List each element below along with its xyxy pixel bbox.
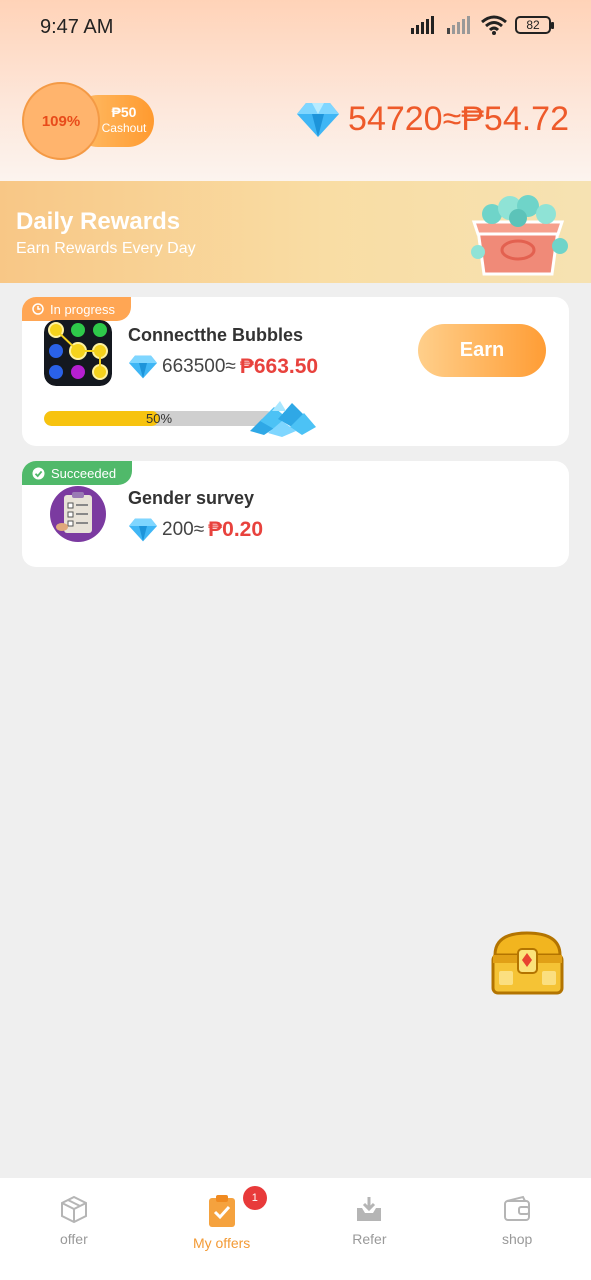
cashout-progress-circle: 109% bbox=[22, 82, 100, 160]
nav-item-my-offers[interactable]: 1 My offers bbox=[148, 1178, 296, 1280]
status-tag-in-progress: In progress bbox=[22, 297, 132, 321]
notification-badge: 1 bbox=[242, 1186, 267, 1210]
check-circle-icon bbox=[32, 467, 45, 479]
balance-value: 54720≈₱54.72 bbox=[348, 100, 569, 138]
earn-button[interactable]: Earn bbox=[418, 324, 546, 377]
cashout-label: Cashout bbox=[101, 121, 147, 135]
offer-reward: 663500≈ ₱663.50 bbox=[128, 355, 318, 379]
offer-title: Connectthe Bubbles bbox=[128, 325, 304, 345]
nav-label: My offers bbox=[192, 1235, 251, 1251]
status-tag-label: In progress bbox=[50, 301, 116, 317]
balance: 54720≈₱54.72 bbox=[296, 100, 569, 139]
gem-chest-illustration bbox=[471, 195, 568, 276]
cashout-amount: ₱50 bbox=[111, 104, 137, 120]
nav-label: Refer bbox=[352, 1231, 387, 1247]
offer-reward: 200≈ ₱0.20 bbox=[128, 518, 263, 542]
status-tag-succeeded: Succeeded bbox=[22, 461, 133, 485]
reward-peso: ₱0.20 bbox=[208, 518, 264, 541]
battery-level: 82 bbox=[526, 18, 540, 32]
diamond-icon bbox=[297, 102, 340, 137]
box-icon bbox=[60, 1195, 87, 1224]
nav-label: shop bbox=[501, 1231, 533, 1247]
nav-item-shop[interactable]: shop bbox=[443, 1178, 591, 1280]
offer-progress-text: 50% bbox=[145, 411, 173, 426]
banner-subtitle: Earn Rewards Every Day bbox=[16, 240, 196, 257]
reward-gems: 663500≈ bbox=[162, 356, 236, 377]
battery-indicator: 82 bbox=[515, 16, 554, 34]
diamond-icon bbox=[129, 518, 157, 542]
nav-item-offer[interactable]: offer bbox=[0, 1178, 148, 1280]
signal-icon bbox=[411, 16, 434, 34]
reward-peso: ₱663.50 bbox=[239, 355, 319, 378]
nav-label: offer bbox=[59, 1231, 88, 1247]
survey-clipboard-icon bbox=[50, 486, 106, 542]
cashout-percent: 109% bbox=[41, 112, 81, 130]
banner-title: Daily Rewards bbox=[16, 208, 181, 235]
offer-card[interactable]: In progress Connectthe Bubbles 663500≈ ₱… bbox=[22, 297, 569, 446]
cashout-widget[interactable]: ₱50 Cashout 109% bbox=[22, 82, 154, 160]
inbox-download-icon bbox=[357, 1197, 382, 1221]
diamond-icon bbox=[129, 355, 157, 379]
signal-weak-icon bbox=[447, 16, 470, 34]
status-time: 9:47 AM bbox=[40, 16, 114, 38]
wallet-icon bbox=[504, 1195, 531, 1221]
offer-title: Gender survey bbox=[128, 488, 255, 508]
offer-card[interactable]: Succeeded Gender survey 200≈ ₱0.20 bbox=[22, 461, 569, 567]
gem-pile-icon bbox=[250, 401, 316, 437]
reward-gems: 200≈ bbox=[162, 519, 205, 540]
clipboard-check-icon bbox=[208, 1195, 235, 1227]
bubbles-game-icon bbox=[44, 320, 112, 386]
bottom-nav: offer 1 My offers Refer shop bbox=[0, 1178, 591, 1280]
nav-item-refer[interactable]: Refer bbox=[296, 1178, 444, 1280]
treasure-chest-icon[interactable] bbox=[485, 927, 570, 999]
status-tag-label: Succeeded bbox=[51, 465, 117, 481]
status-bar: 9:47 AM 82 bbox=[0, 0, 591, 56]
status-icons: 82 bbox=[411, 15, 554, 35]
wifi-icon bbox=[481, 15, 507, 35]
clock-icon bbox=[32, 303, 44, 315]
